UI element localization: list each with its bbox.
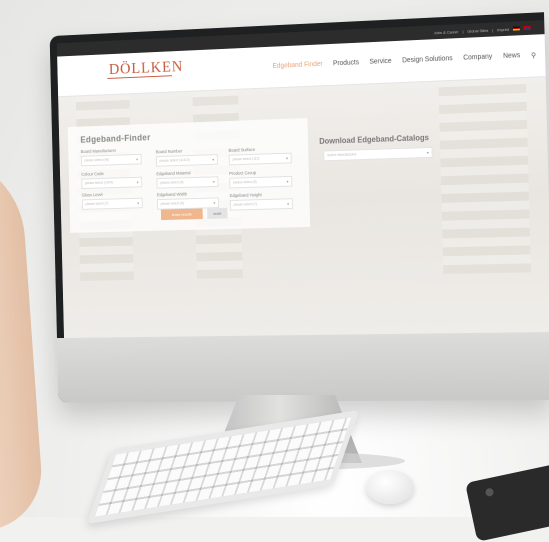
field-label: Product Group (229, 169, 292, 176)
board-number-select[interactable]: please select (11413) (156, 154, 218, 167)
topbar-separator: | (492, 27, 493, 32)
nav-item-edgeband-finder[interactable]: Edgeband Finder (273, 61, 323, 71)
field-label: Board Surface (229, 146, 292, 153)
topbar-link-jobs[interactable]: Jobs & Career (434, 29, 459, 35)
reset-button[interactable]: reset (207, 208, 227, 219)
monitor: Jobs & Career | Global Sites | Imprint D… (50, 12, 549, 402)
field-label: Edgeband Material (156, 170, 218, 177)
nav-item-service[interactable]: Service (369, 58, 391, 67)
board-surface-select[interactable]: please select (112) (229, 153, 292, 166)
warehouse-hero: Edgeband-Finder Board Manufacturer pleas… (58, 77, 549, 338)
mouse (366, 470, 414, 504)
monitor-chin (57, 332, 549, 402)
manufacturer-select[interactable]: Select Manufacturer (323, 147, 432, 161)
field-product-group: Product Group please select (8) (229, 169, 292, 188)
topbar-link-imprint[interactable]: Imprint (497, 26, 509, 32)
topbar-separator: | (462, 28, 463, 33)
uk-flag-icon[interactable] (524, 26, 531, 30)
edgeband-height-select[interactable]: please select (7) (230, 198, 293, 210)
topbar-link-global-sites[interactable]: Global Sites (467, 27, 488, 33)
show-results-button[interactable]: show results (161, 208, 203, 220)
field-board-manufacturer: Board Manufacturer please select (48) (81, 147, 142, 166)
monitor-screen: Jobs & Career | Global Sites | Imprint D… (57, 20, 549, 338)
field-label: Edgeband Height (230, 191, 293, 198)
product-group-select[interactable]: please select (8) (229, 176, 292, 189)
edgeband-material-select[interactable]: please select (6) (156, 176, 218, 188)
field-edgeband-material: Edgeband Material please select (6) (156, 170, 218, 189)
field-gloss-level: Gloss Level please select (7) (82, 191, 143, 210)
nav-item-design-solutions[interactable]: Design Solutions (402, 55, 453, 65)
search-icon[interactable]: ⚲ (531, 52, 536, 60)
nav-item-products[interactable]: Products (333, 59, 359, 68)
nav-menu: Edgeband Finder Products Service Design … (273, 52, 537, 71)
field-board-surface: Board Surface please select (112) (229, 146, 292, 165)
field-label: Edgeband Width (157, 191, 219, 198)
field-label: Board Manufacturer (81, 147, 142, 154)
field-label: Colour Code (81, 170, 142, 177)
gloss-level-select[interactable]: please select (7) (82, 198, 143, 210)
nav-item-company[interactable]: Company (463, 53, 492, 62)
warehouse-shelf (438, 78, 531, 274)
finder-title: Edgeband-Finder (80, 133, 150, 145)
board-manufacturer-select[interactable]: please select (48) (81, 154, 142, 166)
german-flag-icon[interactable] (513, 26, 520, 30)
field-label: Board Number (156, 147, 218, 154)
field-board-number: Board Number please select (11413) (156, 147, 218, 166)
field-edgeband-height: Edgeband Height please select (7) (230, 191, 293, 210)
download-catalogs-title: Download Edgeband-Catalogs (319, 133, 429, 146)
field-label: Gloss Level (82, 191, 143, 198)
field-colour-code: Colour Code please select (1424) (81, 170, 142, 189)
nav-item-news[interactable]: News (503, 52, 520, 61)
colour-code-select[interactable]: please select (1424) (81, 177, 142, 189)
field-edgeband-width: Edgeband Width please select (8) (157, 191, 219, 210)
camera-icon (485, 488, 494, 497)
